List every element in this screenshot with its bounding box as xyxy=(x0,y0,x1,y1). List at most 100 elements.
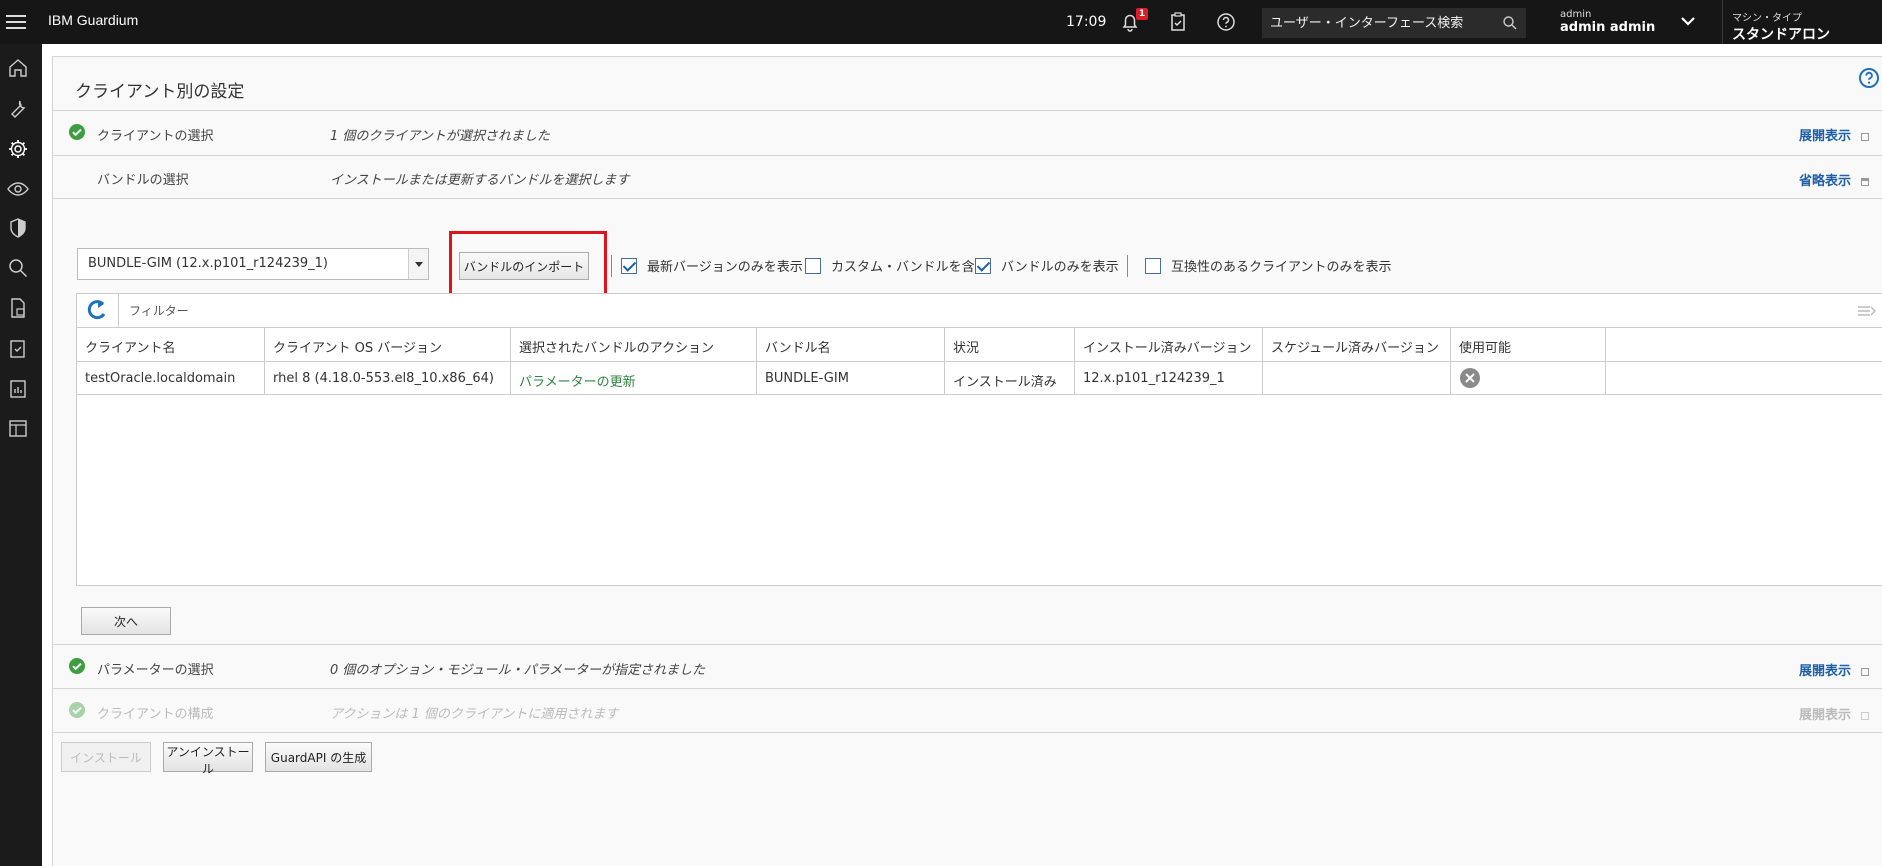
menu-icon[interactable] xyxy=(6,11,26,33)
install-button[interactable]: インストール xyxy=(61,742,151,772)
main-content: クライアント別の設定 クライアントの選択 1 個のクライアントが選択されました … xyxy=(42,44,1882,866)
search-input[interactable] xyxy=(1270,8,1490,38)
report-icon[interactable] xyxy=(6,376,30,400)
user-name: admin admin xyxy=(1560,20,1656,35)
search-nav-icon[interactable] xyxy=(6,256,30,280)
expand-label: 展開表示 xyxy=(1799,708,1852,723)
column-header[interactable]: 使用可能 xyxy=(1451,328,1606,361)
expand-icon xyxy=(1861,132,1870,141)
expand-label: 展開表示 xyxy=(1799,129,1852,144)
notification-badge: 1 xyxy=(1136,8,1148,20)
column-header[interactable]: インストール済みバージョン xyxy=(1075,328,1263,361)
compatible-clients-only-checkbox[interactable]: 互換性のあるクライアントのみを表示 xyxy=(1145,256,1391,275)
checkbox-checked-icon[interactable] xyxy=(975,257,991,274)
collapse-bundle-step[interactable]: 省略表示 xyxy=(1799,170,1870,189)
divider xyxy=(53,732,1882,733)
installed-version-cell: 12.x.p101_r124239_1 xyxy=(1075,362,1263,394)
scheduled-version-cell xyxy=(1263,362,1451,394)
clock: 17:09 xyxy=(1066,14,1107,30)
user-role: admin xyxy=(1560,9,1592,20)
check-circle-icon xyxy=(69,124,85,140)
chevron-down-icon[interactable] xyxy=(1680,14,1696,28)
check-circle-icon xyxy=(69,658,85,674)
expand-label: 展開表示 xyxy=(1799,664,1852,679)
include-custom-bundle-checkbox[interactable]: カスタム・バンドルを含む xyxy=(805,256,988,275)
bundle-select-value: BUNDLE-GIM (12.x.p101_r124239_1) xyxy=(88,256,328,271)
document-lock-icon[interactable] xyxy=(6,296,30,320)
divider xyxy=(1722,0,1723,44)
help-circle-icon[interactable] xyxy=(1858,67,1880,89)
help-icon[interactable] xyxy=(1214,10,1238,34)
step-select-bundle-label: バンドルの選択 xyxy=(97,173,189,188)
machine-type-label: マシン・タイプ xyxy=(1732,13,1802,24)
clipboard-icon[interactable] xyxy=(6,336,30,360)
checkbox-label: 最新バージョンのみを表示 xyxy=(647,260,803,275)
client-grid: クライアント名 クライアント OS バージョン 選択されたバンドルのアクション … xyxy=(76,293,1882,586)
checkbox-checked-icon[interactable] xyxy=(621,257,637,274)
bundle-action-cell[interactable]: パラメーターの更新 xyxy=(511,362,757,394)
shield-icon[interactable] xyxy=(6,216,30,240)
column-header[interactable]: クライアント名 xyxy=(77,328,265,361)
filter-input[interactable] xyxy=(129,301,629,321)
bundle-only-checkbox[interactable]: バンドルのみを表示 xyxy=(975,256,1119,275)
search-icon[interactable] xyxy=(1502,15,1518,31)
step-select-bundle-desc: インストールまたは更新するバンドルを選択します xyxy=(330,173,630,188)
expand-client-step[interactable]: 展開表示 xyxy=(1799,125,1870,144)
os-version-cell: rhel 8 (4.18.0-553.el8_10.x86_64) xyxy=(265,362,511,394)
checkbox-label: バンドルのみを表示 xyxy=(1001,260,1119,275)
expand-parameters-step[interactable]: 展開表示 xyxy=(1799,660,1870,679)
checkbox-unchecked-icon[interactable] xyxy=(805,257,821,274)
grid-header: クライアント名 クライアント OS バージョン 選択されたバンドルのアクション … xyxy=(77,328,1882,362)
clipboard-check-icon[interactable] xyxy=(1166,10,1190,34)
column-header[interactable]: 選択されたバンドルのアクション xyxy=(511,328,757,361)
column-header[interactable]: スケジュール済みバージョン xyxy=(1263,328,1451,361)
side-nav xyxy=(0,44,42,866)
gear-icon[interactable] xyxy=(6,137,30,161)
checkbox-label: カスタム・バンドルを含む xyxy=(831,260,988,275)
divider xyxy=(53,155,1882,156)
page-title: クライアント別の設定 xyxy=(75,82,245,102)
machine-type: マシン・タイプ スタンドアロン xyxy=(1732,9,1830,44)
expand-configure-step[interactable]: 展開表示 xyxy=(1799,704,1870,723)
generate-guardapi-button[interactable]: GuardAPI の生成 xyxy=(265,742,372,772)
user-menu[interactable]: admin admin admin xyxy=(1560,9,1655,35)
collapse-label: 省略表示 xyxy=(1799,174,1852,189)
chevron-down-icon[interactable] xyxy=(408,249,428,279)
calendar-icon[interactable] xyxy=(6,416,30,440)
collapse-icon xyxy=(1861,177,1870,186)
top-bar: IBM Guardium 17:09 1 admin admin admin マ… xyxy=(0,0,1882,44)
column-header[interactable]: バンドル名 xyxy=(757,328,945,361)
column-header[interactable]: 状況 xyxy=(945,328,1075,361)
step-select-client-desc: 1 個のクライアントが選択されました xyxy=(330,129,550,144)
wrench-icon[interactable] xyxy=(6,97,30,121)
step-select-parameters-label: パラメーターの選択 xyxy=(97,663,214,678)
refresh-button[interactable] xyxy=(77,294,119,327)
checkbox-unchecked-icon[interactable] xyxy=(1145,257,1161,274)
step-select-client-label: クライアントの選択 xyxy=(97,129,214,144)
divider xyxy=(53,644,1882,645)
column-header[interactable]: クライアント OS バージョン xyxy=(265,328,511,361)
uninstall-button[interactable]: アンインストール xyxy=(163,742,253,776)
check-circle-icon xyxy=(69,702,85,718)
status-cell: インストール済み xyxy=(945,362,1075,394)
bundle-name-cell: BUNDLE-GIM xyxy=(757,362,945,394)
divider xyxy=(611,255,612,277)
bundle-select[interactable]: BUNDLE-GIM (12.x.p101_r124239_1) xyxy=(77,248,429,280)
refresh-icon[interactable] xyxy=(77,294,119,327)
checkbox-label: 互換性のあるクライアントのみを表示 xyxy=(1171,260,1392,275)
client-name-cell: testOracle.localdomain xyxy=(77,362,265,394)
latest-version-only-checkbox[interactable]: 最新バージョンのみを表示 xyxy=(621,256,803,275)
step-select-parameters-desc: 0 個のオプション・モジュール・パラメーターが指定されました xyxy=(330,663,706,678)
highlight-annotation xyxy=(449,231,607,297)
divider xyxy=(53,198,1882,199)
eye-icon[interactable] xyxy=(6,177,30,201)
column-settings-icon[interactable] xyxy=(1857,302,1877,320)
grid-toolbar xyxy=(77,294,1882,328)
divider xyxy=(53,110,1882,111)
table-row[interactable]: testOracle.localdomain rhel 8 (4.18.0-55… xyxy=(77,362,1882,395)
global-search xyxy=(1262,8,1526,38)
home-icon[interactable] xyxy=(6,56,30,80)
next-button[interactable]: 次へ xyxy=(81,607,171,635)
brand-logo: IBM Guardium xyxy=(48,12,139,28)
unavailable-icon xyxy=(1460,368,1480,388)
